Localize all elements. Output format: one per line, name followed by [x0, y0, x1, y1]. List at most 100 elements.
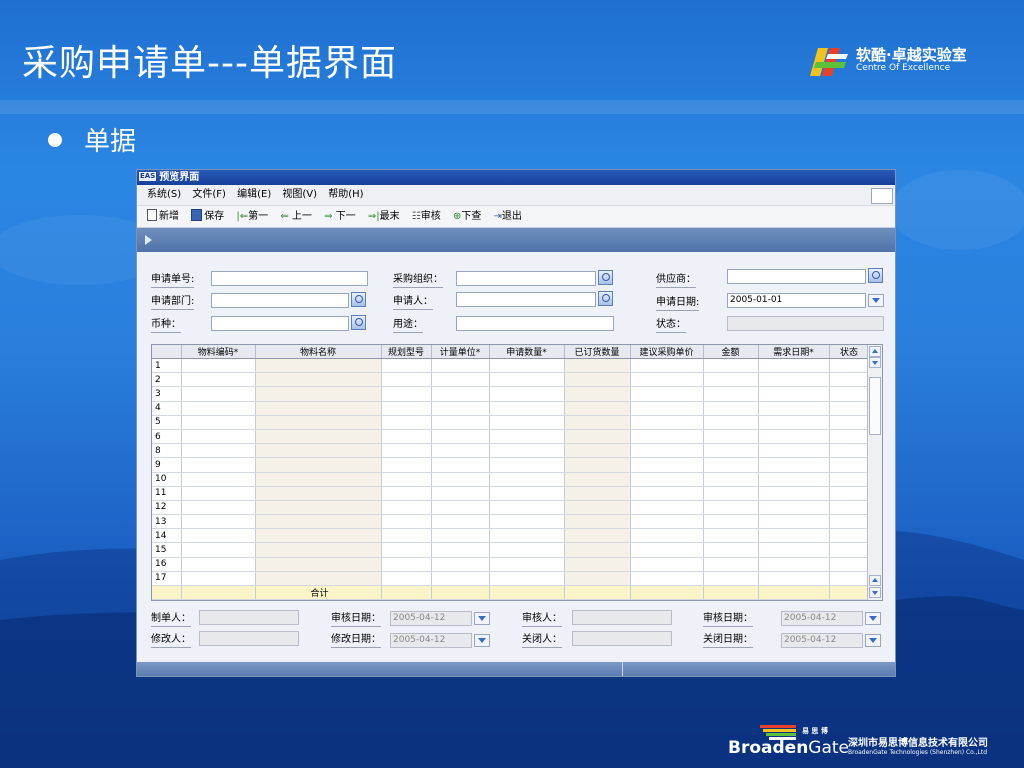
grid-cell[interactable]: [381, 429, 432, 445]
grid-cell[interactable]: [758, 372, 830, 388]
grid-cell[interactable]: [630, 514, 704, 530]
applicant-lookup-icon[interactable]: [598, 291, 613, 306]
grid-cell[interactable]: [564, 557, 631, 572]
grid-cell[interactable]: [255, 429, 382, 445]
grid-cell[interactable]: [431, 514, 490, 530]
grid-cell[interactable]: [630, 429, 704, 445]
col-amount[interactable]: 金额: [703, 345, 759, 359]
table-row[interactable]: 4: [152, 401, 870, 416]
table-row[interactable]: 6: [152, 429, 870, 445]
grid-cell[interactable]: [564, 472, 631, 487]
grid-cell[interactable]: [829, 542, 870, 558]
audit-button[interactable]: ☷审核: [412, 211, 441, 222]
grid-cell[interactable]: [181, 358, 256, 374]
supplier-input[interactable]: [727, 269, 866, 284]
grid-cell[interactable]: [181, 401, 256, 416]
grid-cell[interactable]: [758, 457, 830, 473]
query-down-button[interactable]: ⊕下查: [453, 211, 481, 222]
grid-cell[interactable]: [255, 472, 382, 487]
grid-cell[interactable]: [758, 443, 830, 459]
grid-cell[interactable]: [381, 386, 432, 402]
grid-cell[interactable]: [829, 472, 870, 487]
grid-cell[interactable]: [431, 571, 490, 587]
grid-cell[interactable]: [381, 486, 432, 501]
grid-cell[interactable]: [489, 401, 565, 416]
prev-button[interactable]: ⇐ 上一: [280, 211, 312, 222]
table-row[interactable]: 3: [152, 386, 870, 402]
first-button[interactable]: |⇐第一: [236, 211, 268, 222]
purchase-org-input[interactable]: [456, 271, 596, 286]
grid-cell[interactable]: [630, 457, 704, 473]
grid-cell[interactable]: [630, 386, 704, 402]
grid-cell[interactable]: [431, 528, 490, 544]
table-row[interactable]: 10: [152, 472, 870, 487]
grid-cell[interactable]: [181, 429, 256, 445]
grid-cell[interactable]: [255, 415, 382, 430]
grid-cell[interactable]: [758, 542, 830, 558]
grid-cell[interactable]: [630, 358, 704, 374]
grid-cell[interactable]: [489, 557, 565, 572]
grid-cell[interactable]: [431, 443, 490, 459]
currency-lookup-icon[interactable]: [351, 315, 366, 330]
grid-cell[interactable]: [703, 358, 759, 374]
audit-date2-dropdown-icon[interactable]: [865, 612, 881, 625]
last-button[interactable]: ⇒|最末: [368, 211, 400, 222]
grid-cell[interactable]: [703, 472, 759, 487]
new-button[interactable]: 新增: [147, 209, 179, 222]
grid-cell[interactable]: [181, 486, 256, 501]
exit-button[interactable]: ⇥退出: [494, 211, 522, 222]
grid-cell[interactable]: [829, 372, 870, 388]
req-no-input[interactable]: [211, 271, 368, 286]
grid-cell[interactable]: [703, 528, 759, 544]
grid-cell[interactable]: [381, 401, 432, 416]
grid-cell[interactable]: [255, 443, 382, 459]
grid-cell[interactable]: [829, 571, 870, 587]
grid-cell[interactable]: [431, 557, 490, 572]
grid-cell[interactable]: [703, 401, 759, 416]
grid-cell[interactable]: [181, 528, 256, 544]
grid-cell[interactable]: [255, 571, 382, 587]
grid-cell[interactable]: [630, 486, 704, 501]
grid-cell[interactable]: [564, 372, 631, 388]
grid-cell[interactable]: [431, 472, 490, 487]
grid-cell[interactable]: [255, 386, 382, 402]
menu-view[interactable]: 视图(V): [282, 189, 317, 200]
grid-cell[interactable]: [431, 542, 490, 558]
grid-cell[interactable]: [829, 386, 870, 402]
dept-lookup-icon[interactable]: [351, 292, 366, 307]
grid-cell[interactable]: [829, 415, 870, 430]
grid-cell[interactable]: [431, 358, 490, 374]
grid-cell[interactable]: [758, 415, 830, 430]
col-material-name[interactable]: 物料名称: [255, 345, 382, 359]
grid-cell[interactable]: [564, 500, 631, 516]
grid-cell[interactable]: [564, 415, 631, 430]
grid-cell[interactable]: [564, 457, 631, 473]
grid-cell[interactable]: [255, 457, 382, 473]
grid-cell[interactable]: [181, 443, 256, 459]
grid-cell[interactable]: [564, 401, 631, 416]
audit-date-dropdown-icon[interactable]: [474, 612, 490, 625]
grid-cell[interactable]: [758, 571, 830, 587]
grid-cell[interactable]: [431, 372, 490, 388]
grid-cell[interactable]: [181, 415, 256, 430]
grid-cell[interactable]: [181, 542, 256, 558]
grid-cell[interactable]: [564, 429, 631, 445]
grid-cell[interactable]: [630, 415, 704, 430]
grid-cell[interactable]: [630, 571, 704, 587]
close-date-dropdown-icon[interactable]: [865, 634, 881, 647]
grid-cell[interactable]: [829, 443, 870, 459]
grid-cell[interactable]: [489, 457, 565, 473]
table-row[interactable]: 15: [152, 542, 870, 558]
grid-cell[interactable]: [181, 457, 256, 473]
purchase-org-lookup-icon[interactable]: [598, 270, 613, 285]
grid-cell[interactable]: [758, 358, 830, 374]
menu-edit[interactable]: 编辑(E): [237, 189, 271, 200]
grid-cell[interactable]: [489, 542, 565, 558]
grid-cell[interactable]: [181, 386, 256, 402]
table-row[interactable]: 2: [152, 372, 870, 388]
grid-cell[interactable]: [431, 386, 490, 402]
grid-cell[interactable]: [255, 528, 382, 544]
col-need-date[interactable]: 需求日期*: [758, 345, 830, 359]
grid-cell[interactable]: [489, 372, 565, 388]
grid-cell[interactable]: [564, 443, 631, 459]
